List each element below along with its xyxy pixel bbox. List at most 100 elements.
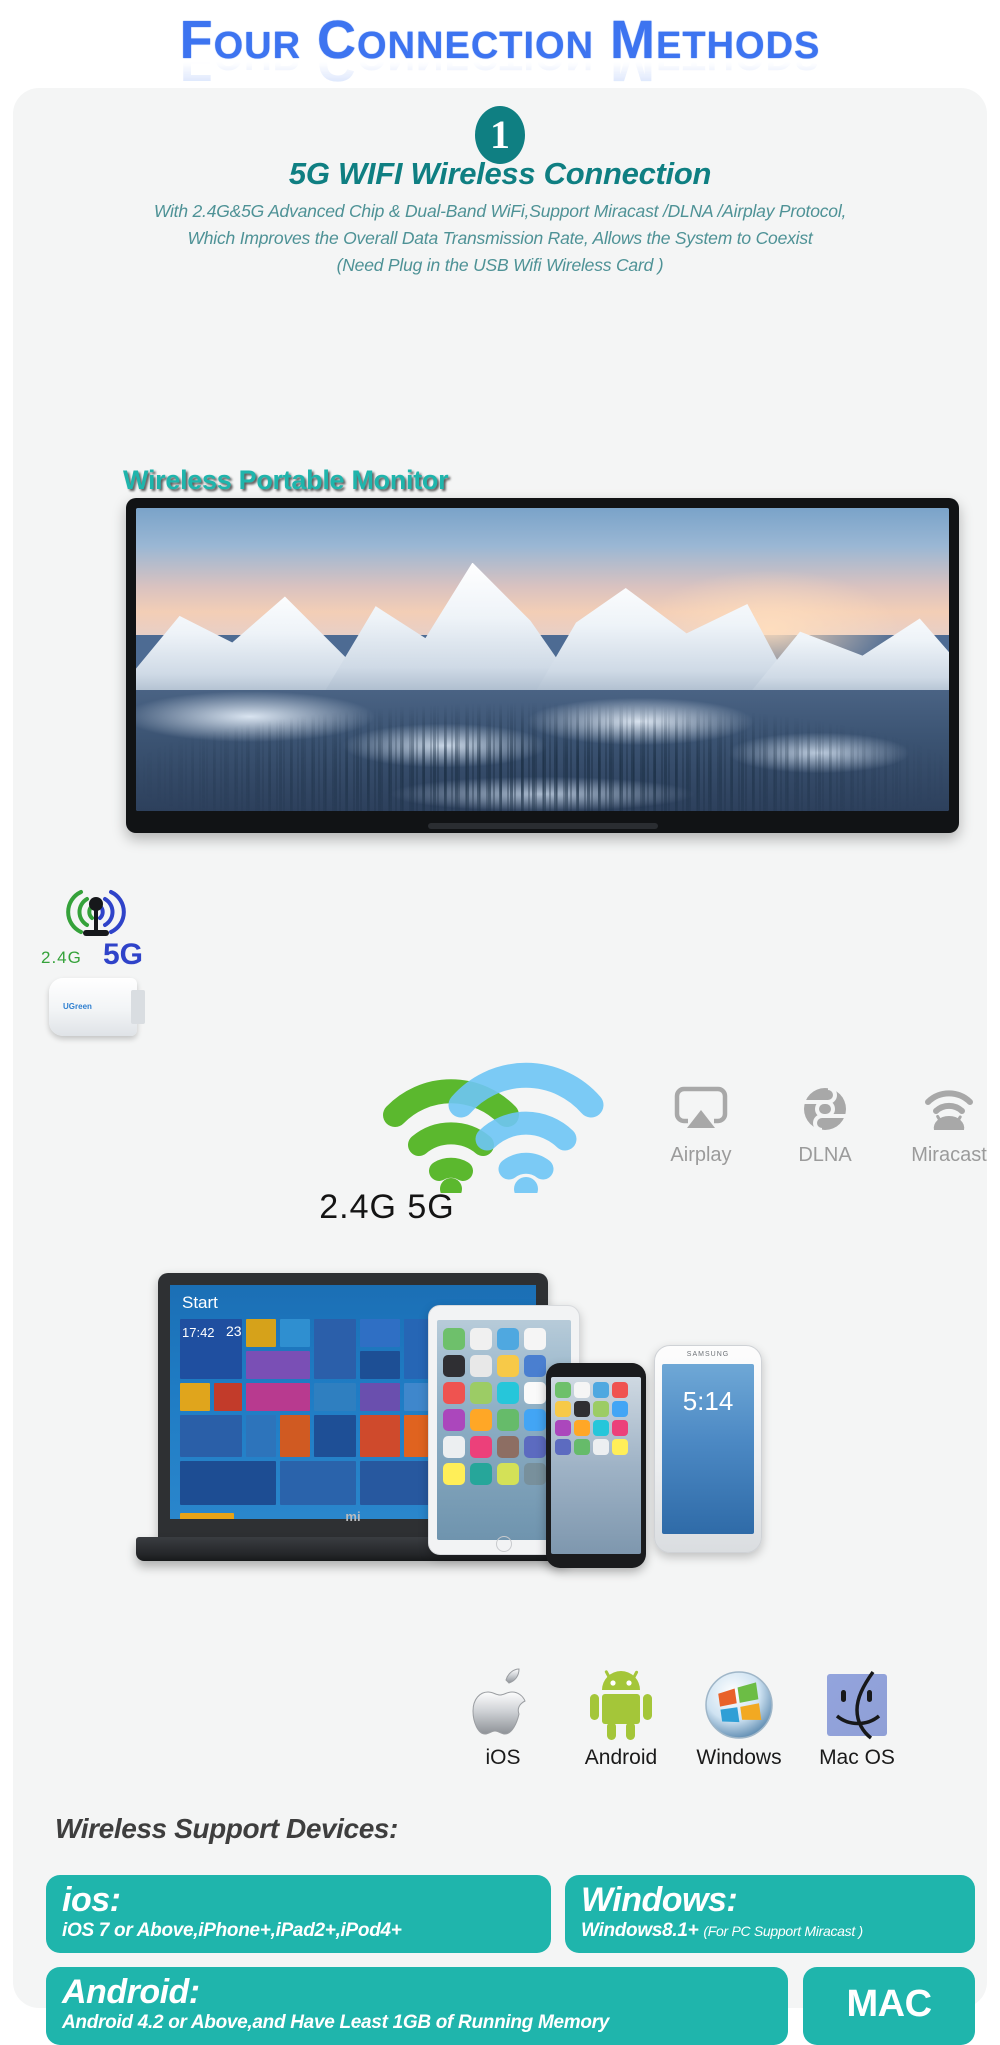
usb-wifi-dongle-group: 2.4G 5G UGreen (31, 868, 161, 1048)
portable-monitor (126, 498, 959, 833)
os-mac: Mac OS (807, 1658, 907, 1770)
description-line-3: (Need Plug in the USB Wifi Wireless Card… (336, 255, 664, 275)
tile (314, 1319, 356, 1379)
os-android: Android (571, 1658, 671, 1770)
app-icon (497, 1382, 519, 1404)
support-box-detail: iOS 7 or Above,iPhone+,iPad2+,iPod4+ (62, 1920, 402, 1941)
monitor-label: Wireless Portable Monitor (123, 465, 449, 495)
airplay-icon (653, 1078, 749, 1140)
tile (360, 1351, 400, 1379)
tile (360, 1383, 400, 1411)
support-box-note: (For PC Support Miracast ) (703, 1923, 863, 1939)
os-label: Mac OS (819, 1746, 895, 1769)
protocol-icons-row: Airplay DLNA Miracast (653, 1078, 997, 1167)
app-icon (443, 1463, 465, 1485)
iphone-screen (551, 1377, 641, 1554)
app-icon (555, 1439, 571, 1455)
app-icon (593, 1420, 609, 1436)
os-label: iOS (485, 1746, 521, 1769)
app-icon (497, 1436, 519, 1458)
tile (246, 1415, 276, 1457)
support-box-mac: MAC (803, 1967, 975, 2045)
section-description: With 2.4G&5G Advanced Chip & Dual-Band W… (13, 198, 987, 279)
app-icon (612, 1439, 628, 1455)
support-box-android: Android: Android 4.2 or Above,and Have L… (46, 1967, 788, 2045)
tile (280, 1319, 310, 1347)
protocol-label: DLNA (798, 1144, 852, 1166)
protocol-airplay: Airplay (653, 1078, 749, 1167)
miracast-icon (901, 1078, 997, 1140)
tile (246, 1351, 310, 1379)
section-heading: 5G WIFI Wireless Connection (288, 156, 712, 191)
protocol-miracast: Miracast (901, 1078, 997, 1167)
support-box-heading: Windows: (581, 1881, 738, 1919)
app-icon (555, 1401, 571, 1417)
support-box-heading: Android: (62, 1973, 200, 2011)
support-box-windows: Windows: Windows8.1+ (For PC Support Mir… (565, 1875, 975, 1953)
app-icon (593, 1401, 609, 1417)
connection-method-card: 1 5G WIFI Wireless Connection With 2.4G&… (13, 88, 987, 2045)
support-box-detail-text: Windows8.1+ (581, 1920, 699, 1941)
tile-clock: 17:42 (182, 1325, 215, 1340)
tile (280, 1461, 356, 1505)
wifi-bands-label: 2.4G 5G (319, 1188, 455, 1226)
support-box-detail: Windows8.1+ (For PC Support Miracast ) (581, 1919, 959, 1943)
iphone-app-grid (555, 1382, 637, 1455)
description-line-2: Which Improves the Overall Data Transmis… (187, 228, 813, 248)
tile (180, 1415, 242, 1457)
app-icon (470, 1409, 492, 1431)
app-icon (593, 1382, 609, 1398)
app-icon (524, 1409, 546, 1431)
os-ios: iOS (453, 1658, 553, 1770)
wifi-dual-band-icon (383, 1062, 604, 1193)
app-icon (443, 1382, 465, 1404)
description-line-1: With 2.4G&5G Advanced Chip & Dual-Band W… (153, 201, 847, 221)
app-icon (555, 1382, 571, 1398)
app-icon (612, 1401, 628, 1417)
dlna-icon (777, 1078, 873, 1140)
wallpaper-trees (136, 689, 949, 811)
app-icon (497, 1355, 519, 1377)
app-icon (612, 1420, 628, 1436)
app-icon (524, 1463, 546, 1485)
protocol-label: Airplay (670, 1144, 732, 1166)
tile (280, 1415, 310, 1457)
tile-date: 23 (226, 1323, 242, 1339)
tile (246, 1319, 276, 1347)
tile (314, 1383, 356, 1411)
app-icon (574, 1401, 590, 1417)
app-icon (443, 1409, 465, 1431)
app-icon (470, 1436, 492, 1458)
protocol-dlna: DLNA (777, 1078, 873, 1167)
app-icon (470, 1355, 492, 1377)
monitor-screen (136, 508, 949, 811)
support-box-heading: ios: (62, 1881, 121, 1919)
app-icon (612, 1382, 628, 1398)
support-box-ios: ios: iOS 7 or Above,iPhone+,iPad2+,iPod4… (46, 1875, 551, 1953)
samsung-screen: 5:14 (662, 1364, 754, 1534)
samsung-clock: 5:14 (682, 1386, 734, 1416)
app-icon (497, 1463, 519, 1485)
tile (180, 1383, 210, 1411)
tile (246, 1383, 310, 1411)
app-icon (593, 1439, 609, 1455)
os-windows: Windows (689, 1658, 789, 1770)
app-icon (524, 1436, 546, 1458)
app-icon (574, 1420, 590, 1436)
app-icon (497, 1409, 519, 1431)
os-support-row: iOS Android Windows Mac OS (453, 1658, 933, 1770)
page-title-area: Four Connection Methods Four Connection … (0, 10, 1000, 100)
app-icon (574, 1382, 590, 1398)
app-icon (470, 1382, 492, 1404)
app-icon (443, 1436, 465, 1458)
os-label: Android (584, 1746, 658, 1769)
windows-start-label: Start (182, 1293, 218, 1312)
ipad-home-button[interactable] (496, 1536, 512, 1552)
samsung-phone-device: SAMSUNG 5:14 (654, 1345, 762, 1553)
app-icon (443, 1328, 465, 1350)
windows-icon (689, 1658, 789, 1740)
tile (360, 1415, 400, 1457)
dongle-band-5g-label: 5G (103, 938, 144, 971)
app-icon (497, 1328, 519, 1350)
apple-icon (453, 1658, 553, 1740)
